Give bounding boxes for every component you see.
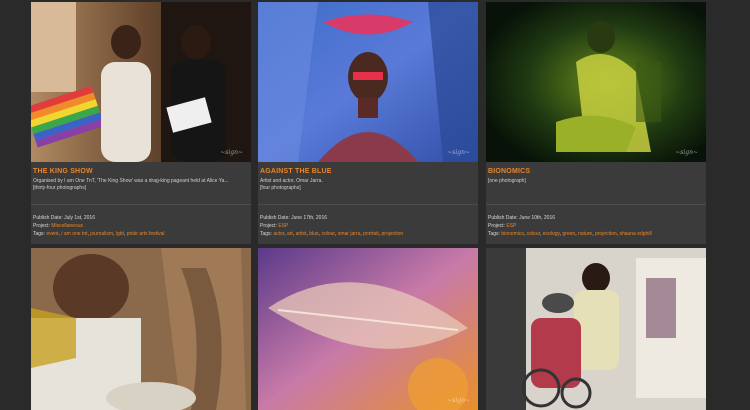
card-title[interactable]: BIONOMICS	[488, 168, 530, 175]
tags-label: Tags:	[260, 231, 272, 237]
gallery-card	[31, 248, 251, 410]
publish-date: June 10th, 2016	[519, 215, 556, 221]
card-info: BIONOMICS [one photograph] Publish Date:…	[486, 162, 706, 244]
card-info: THE KING SHOW Organised by I am One TnT,…	[31, 162, 251, 244]
tag-link[interactable]: lgbt	[116, 231, 124, 237]
tag-link[interactable]: shauna edghill	[619, 231, 651, 237]
tag-link[interactable]: event	[46, 231, 58, 237]
card-meta: Publish Date: June 10th, 2016 Project: E…	[488, 215, 652, 237]
divider	[486, 204, 706, 205]
tag-link[interactable]: nature	[578, 231, 592, 237]
tags-label: Tags:	[488, 231, 500, 237]
gallery-card: ~sign~ BIONOMICS [one photograph] Publis…	[486, 2, 706, 244]
tag-link[interactable]: projection	[382, 231, 404, 237]
tag-link[interactable]: portrait	[363, 231, 379, 237]
project-label: Project:	[488, 223, 505, 229]
card-description: Artist and actor, Omar Jarra. [four phot…	[260, 178, 474, 192]
project-label: Project:	[260, 223, 277, 229]
publish-date: July 1st, 2016	[64, 215, 95, 221]
tag-link[interactable]: art	[287, 231, 293, 237]
watermark-signature: ~sign~	[447, 149, 470, 156]
tag-link[interactable]: colour	[321, 231, 334, 237]
tag-link[interactable]: projection	[595, 231, 617, 237]
tag-link[interactable]: colour	[527, 231, 540, 237]
tag-link[interactable]: pride arts festival	[127, 231, 165, 237]
divider	[31, 204, 251, 205]
project-link[interactable]: ESP	[278, 223, 288, 229]
photo-thumbnail[interactable]: ~sign~	[258, 248, 478, 410]
photo-thumbnail[interactable]	[486, 248, 706, 410]
photo-thumbnail[interactable]: ~sign~	[258, 2, 478, 162]
publish-label: Publish Date:	[488, 215, 518, 221]
gallery-card: ~sign~ THE KING SHOW Organised by I am O…	[31, 2, 251, 244]
gallery-grid: ~sign~ THE KING SHOW Organised by I am O…	[0, 0, 750, 410]
card-title[interactable]: THE KING SHOW	[33, 168, 93, 175]
description-text: Organised by I am One TnT, 'The King Sho…	[33, 178, 229, 184]
photo-thumbnail[interactable]: ~sign~	[486, 2, 706, 162]
tag-link[interactable]: journalism	[90, 231, 113, 237]
card-description: [one photograph]	[488, 178, 702, 185]
description-text: Artist and actor, Omar Jarra.	[260, 178, 323, 184]
watermark-signature: ~sign~	[447, 397, 470, 404]
card-info: AGAINST THE BLUE Artist and actor, Omar …	[258, 162, 478, 244]
photo-count: [thirty-four photographs]	[33, 185, 87, 191]
photo-thumbnail[interactable]: ~sign~	[31, 2, 251, 162]
tag-link[interactable]: green	[562, 231, 575, 237]
project-link[interactable]: Miscellaneous	[51, 223, 83, 229]
tag-link[interactable]: bionomics	[501, 231, 524, 237]
tag-link[interactable]: ecology	[543, 231, 560, 237]
tag-link[interactable]: actor	[273, 231, 284, 237]
card-description: Organised by I am One TnT, 'The King Sho…	[33, 178, 247, 192]
description-text: [one photograph]	[488, 178, 526, 184]
card-meta: Publish Date: July 1st, 2016 Project: Mi…	[33, 215, 165, 237]
tags-label: Tags:	[33, 231, 45, 237]
watermark-signature: ~sign~	[675, 149, 698, 156]
gallery-card	[486, 248, 706, 410]
tag-link[interactable]: artist	[296, 231, 307, 237]
gallery-card: ~sign~	[258, 248, 478, 410]
gallery-card: ~sign~ AGAINST THE BLUE Artist and actor…	[258, 2, 478, 244]
photo-thumbnail[interactable]	[31, 248, 251, 410]
tag-link[interactable]: blue	[309, 231, 318, 237]
card-meta: Publish Date: June 17th, 2016 Project: E…	[260, 215, 404, 237]
tag-link[interactable]: i am one tnt	[61, 231, 87, 237]
project-link[interactable]: ESP	[506, 223, 516, 229]
project-label: Project:	[33, 223, 50, 229]
divider	[258, 204, 478, 205]
tag-link[interactable]: omar jarra	[338, 231, 361, 237]
publish-date: June 17th, 2016	[291, 215, 328, 221]
card-title[interactable]: AGAINST THE BLUE	[260, 168, 332, 175]
photo-count: [four photographs]	[260, 185, 301, 191]
publish-label: Publish Date:	[260, 215, 290, 221]
publish-label: Publish Date:	[33, 215, 63, 221]
watermark-signature: ~sign~	[220, 149, 243, 156]
